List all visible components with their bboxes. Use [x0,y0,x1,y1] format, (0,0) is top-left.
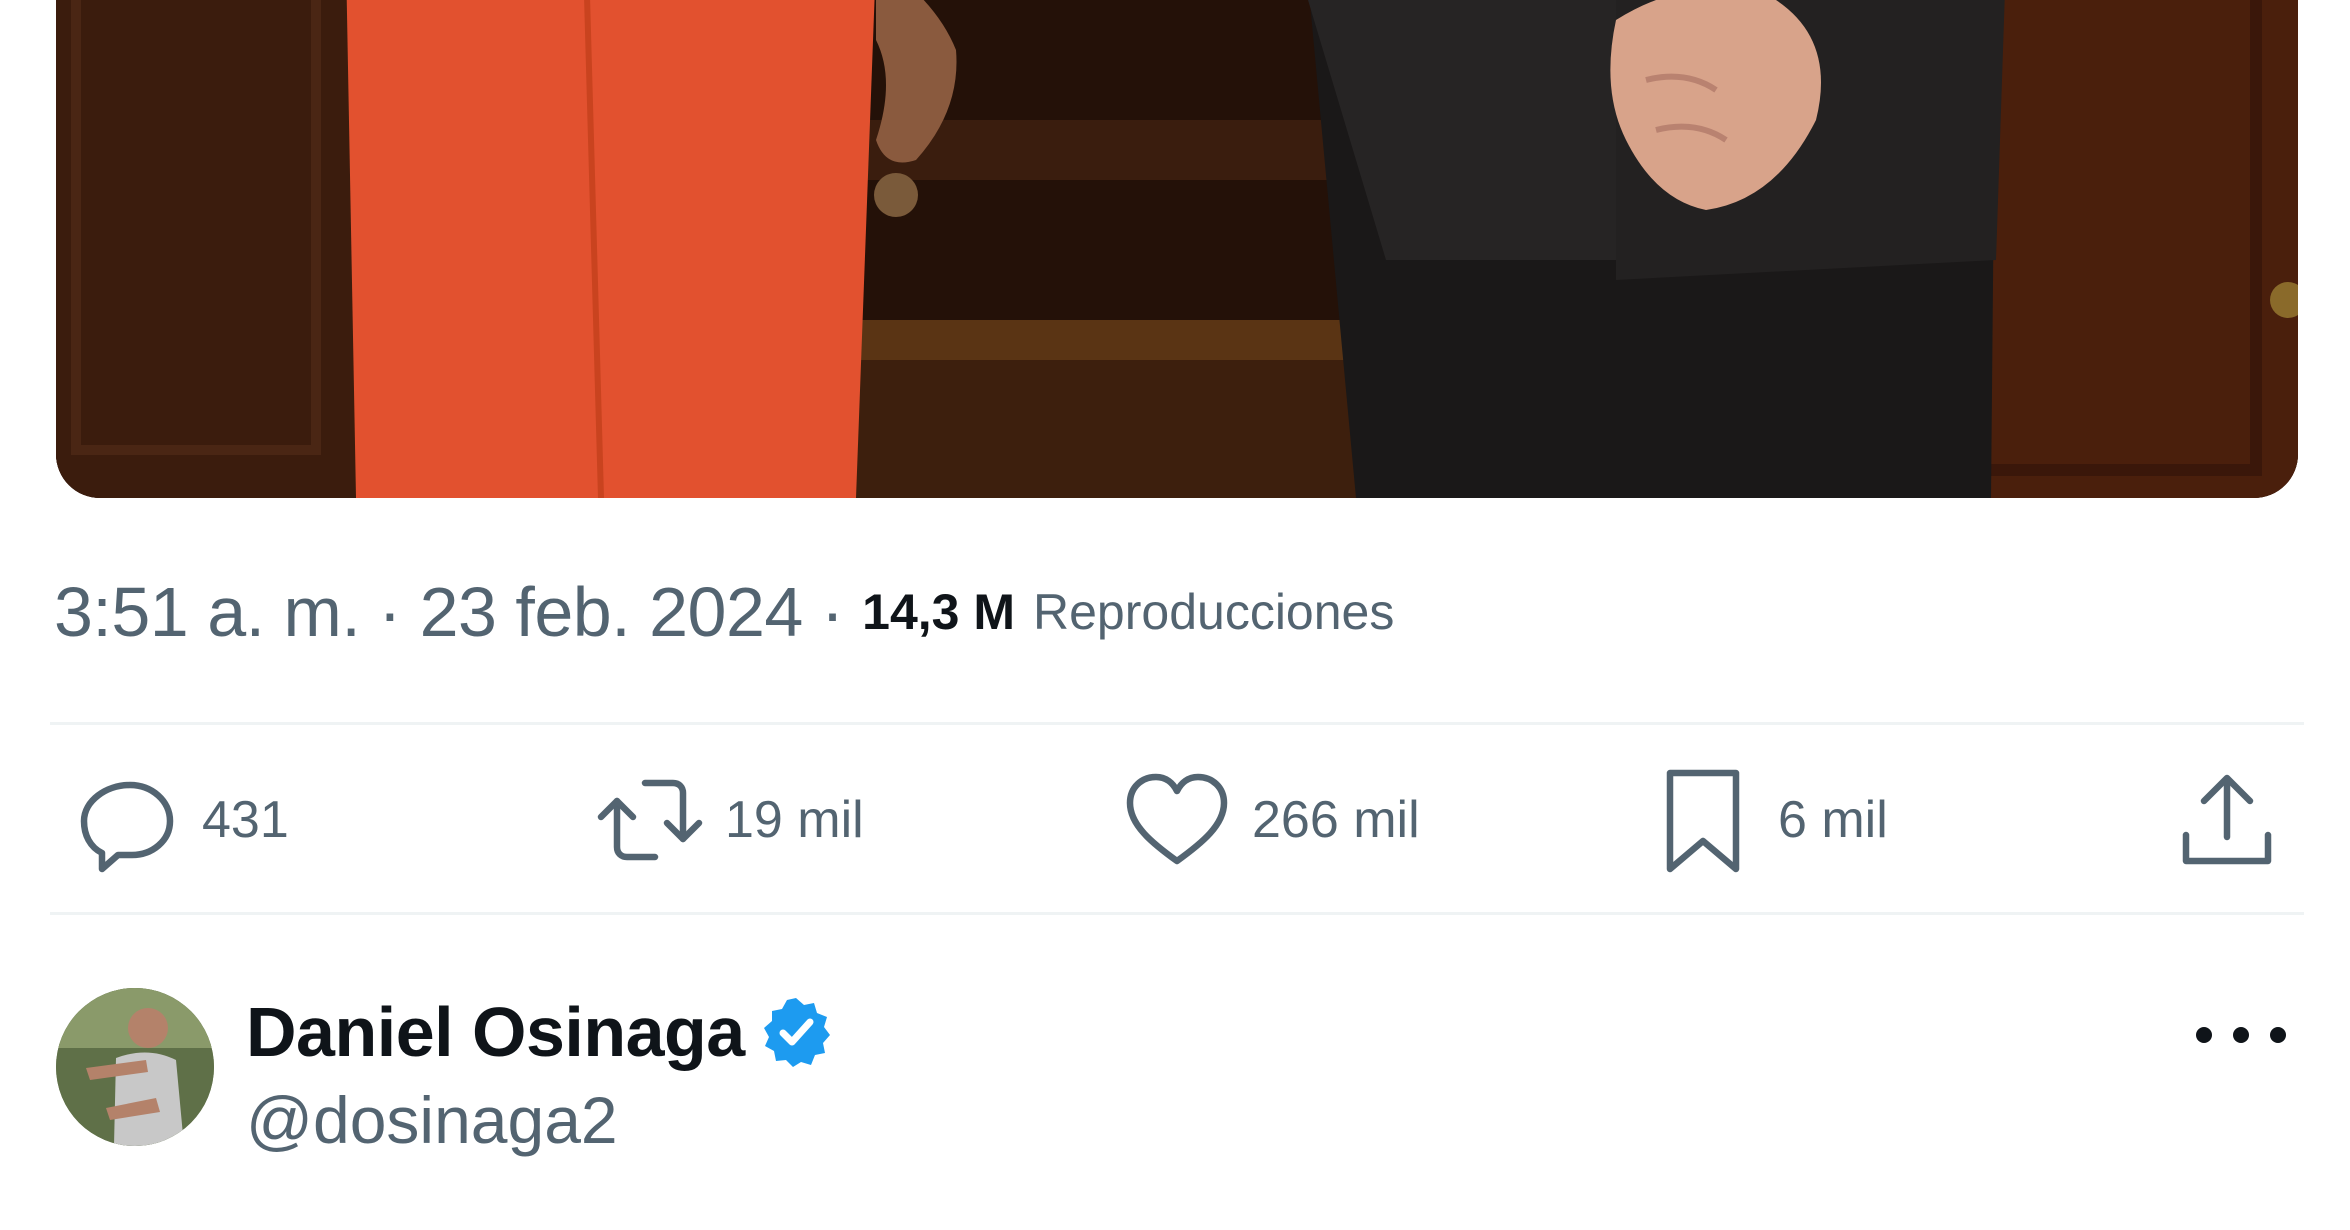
author-handle[interactable]: @dosinaga2 [246,1082,618,1158]
author-name-row: Daniel Osinaga [246,990,833,1074]
meta-separator: · [378,573,402,651]
views-count: 14,3 M [862,584,1016,640]
reply-count: 431 [202,791,289,849]
tweet-action-bar: 431 19 mil 266 mil 6 mil [0,765,2350,875]
bookmark-count: 6 mil [1778,791,1888,849]
heart-icon [1126,773,1228,865]
reply-icon [80,781,174,873]
divider [50,722,2304,725]
divider [50,912,2304,915]
reply-button[interactable]: 431 [72,765,289,875]
views-label: Reproducciones [1033,584,1395,640]
more-dot-icon [2270,1027,2286,1043]
tweet-date[interactable]: 23 feb. 2024 [420,572,804,652]
like-button[interactable]: 266 mil [1122,765,1420,875]
author-name[interactable]: Daniel Osinaga [246,992,745,1072]
retweet-count: 19 mil [725,791,864,849]
tweet-time[interactable]: 3:51 a. m. [54,572,361,652]
share-button[interactable] [2172,765,2282,875]
verified-badge-icon [763,998,830,1067]
retweet-icon [597,779,703,861]
more-dot-icon [2196,1027,2212,1043]
tweet-photo[interactable] [56,0,2298,498]
meta-separator: · [820,573,845,651]
avatar-image [56,988,214,1146]
share-icon [2182,774,2272,865]
avatar[interactable] [56,988,214,1146]
retweet-button[interactable]: 19 mil [595,765,864,875]
bookmark-icon [1666,769,1740,873]
tweet-meta: 3:51 a. m. · 23 feb. 2024 · 14,3 M Repro… [54,572,1394,652]
more-dot-icon [2233,1027,2249,1043]
more-options-button[interactable] [2196,1000,2286,1070]
bookmark-button[interactable]: 6 mil [1648,765,1888,875]
like-count: 266 mil [1252,791,1420,849]
photo-illustration [56,0,2298,498]
